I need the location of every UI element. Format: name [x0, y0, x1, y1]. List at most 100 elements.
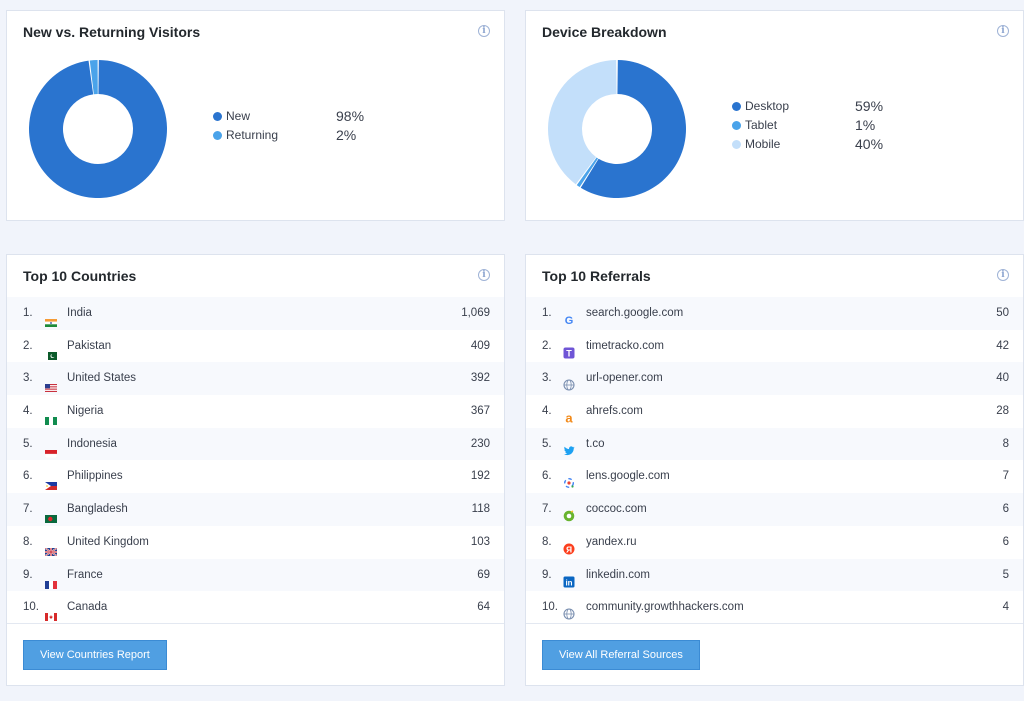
table-row: 10. community.growthhackers.com 4 [526, 591, 1023, 624]
row-rank: 3. [23, 372, 33, 385]
legend-color-dot [732, 140, 741, 149]
table-row: 3. url-opener.com 40 [526, 362, 1023, 396]
devices-card-title: Device Breakdown [542, 24, 667, 40]
info-icon[interactable]: i [478, 269, 490, 281]
country-name: Bangladesh [67, 503, 128, 516]
legend-color-dot [213, 112, 222, 121]
country-name: Canada [67, 601, 108, 614]
row-count: 69 [477, 568, 490, 581]
legend-value: 40% [855, 136, 884, 152]
bangladesh-flag-icon [45, 504, 57, 524]
globe-icon [563, 601, 575, 620]
philippines-flag-icon [45, 471, 57, 491]
table-row: 9. France 69 [7, 558, 504, 592]
country-name: United Kingdom [67, 535, 149, 548]
countries-card-title: Top 10 Countries [23, 268, 137, 284]
row-rank: 7. [542, 503, 552, 516]
ahrefs-icon: a [563, 405, 575, 426]
globe-icon [563, 372, 575, 391]
table-row: 6. Philippines 192 [7, 460, 504, 493]
row-rank: 9. [23, 568, 33, 581]
view-countries-report-button[interactable]: View Countries Report [23, 640, 167, 670]
linkedin-icon: in [563, 569, 575, 587]
row-rank: 1. [542, 307, 552, 319]
row-count: 50 [996, 307, 1009, 319]
row-rank: 1. [23, 307, 33, 319]
visitors-slice-new[interactable] [28, 60, 167, 198]
row-rank: 5. [23, 437, 33, 450]
table-row: 5. t.co 8 [526, 427, 1023, 461]
devices-legend: Desktop 59% Tablet 1% Mobile 40% [732, 97, 912, 154]
row-count: 118 [471, 503, 490, 516]
table-row: 6. lens.google.com 7 [526, 460, 1023, 493]
canada-flag-icon [45, 602, 57, 622]
row-count: 4 [1002, 601, 1009, 614]
legend-item: Desktop 59% [732, 97, 912, 116]
google-icon: G [563, 307, 575, 327]
country-name: Philippines [67, 470, 123, 483]
row-count: 8 [1002, 437, 1009, 450]
coccoc-icon [563, 503, 575, 522]
devices-donut-chart [548, 60, 686, 198]
row-count: 42 [996, 339, 1009, 352]
india-flag-icon [45, 308, 57, 327]
row-count: 192 [470, 470, 490, 483]
row-rank: 10. [542, 601, 558, 614]
row-count: 1,069 [461, 307, 490, 319]
row-count: 367 [470, 405, 490, 418]
info-icon[interactable]: i [997, 25, 1009, 37]
country-name: France [67, 568, 103, 581]
view-all-referral-sources-button[interactable]: View All Referral Sources [542, 640, 700, 670]
row-count: 40 [996, 372, 1009, 385]
row-rank: 5. [542, 437, 552, 450]
row-count: 409 [470, 339, 490, 352]
referrals-card-footer: View All Referral Sources [526, 623, 1023, 685]
referral-domain: t.co [586, 437, 605, 450]
france-flag-icon [45, 570, 57, 589]
table-row: 2. Pakistan 409 [7, 330, 504, 363]
row-count: 6 [1002, 535, 1009, 548]
country-name: Indonesia [67, 437, 117, 450]
twitter-icon [563, 438, 575, 455]
info-icon[interactable]: i [478, 25, 490, 37]
referral-domain: yandex.ru [586, 535, 637, 548]
table-row: 8. United Kingdom 103 [7, 526, 504, 559]
nigeria-flag-icon [45, 406, 57, 426]
legend-value: 1% [855, 117, 876, 133]
row-rank: 3. [542, 372, 552, 385]
legend-label: Desktop [745, 99, 790, 113]
row-count: 6 [1002, 503, 1009, 516]
countries-card-footer: View Countries Report [7, 623, 504, 685]
table-row: 1. Gsearch.google.com 50 [526, 297, 1023, 330]
table-row: 4. a ahrefs.com 28 [526, 395, 1023, 428]
row-rank: 9. [542, 568, 552, 581]
table-row: 10. Canada 64 [7, 591, 504, 624]
google-lens-icon [563, 470, 575, 489]
info-icon[interactable]: i [997, 269, 1009, 281]
country-name: India [67, 307, 92, 319]
legend-label: New [226, 109, 251, 123]
referral-domain: coccoc.com [586, 503, 647, 516]
table-row: 4. Nigeria 367 [7, 395, 504, 428]
legend-color-dot [213, 131, 222, 140]
row-rank: 10. [23, 601, 39, 614]
table-row: 2. Ttimetracko.com 42 [526, 330, 1023, 363]
svg-text:a: a [565, 412, 573, 424]
table-row: 7. coccoc.com 6 [526, 493, 1023, 526]
visitors-card: New vs. Returning Visitors i New 98% Retur… [6, 10, 505, 221]
indonesia-flag-icon [44, 439, 58, 458]
table-row: 9. in linkedin.com 5 [526, 558, 1023, 592]
us-flag-icon [45, 373, 57, 393]
legend-item: New 98% [213, 107, 393, 126]
svg-text:Я: Я [566, 544, 572, 554]
referral-domain: url-opener.com [586, 372, 663, 385]
legend-color-dot [732, 102, 741, 111]
referrals-card: Top 10 Referrals i 1. Gsearch.google.com 5… [525, 254, 1024, 686]
row-count: 7 [1002, 470, 1009, 483]
row-count: 28 [996, 405, 1009, 418]
uk-flag-icon [44, 537, 58, 557]
row-rank: 4. [23, 405, 33, 418]
table-row: 8. Яyandex.ru 6 [526, 526, 1023, 559]
row-count: 230 [470, 437, 490, 450]
svg-text:T: T [566, 348, 572, 358]
